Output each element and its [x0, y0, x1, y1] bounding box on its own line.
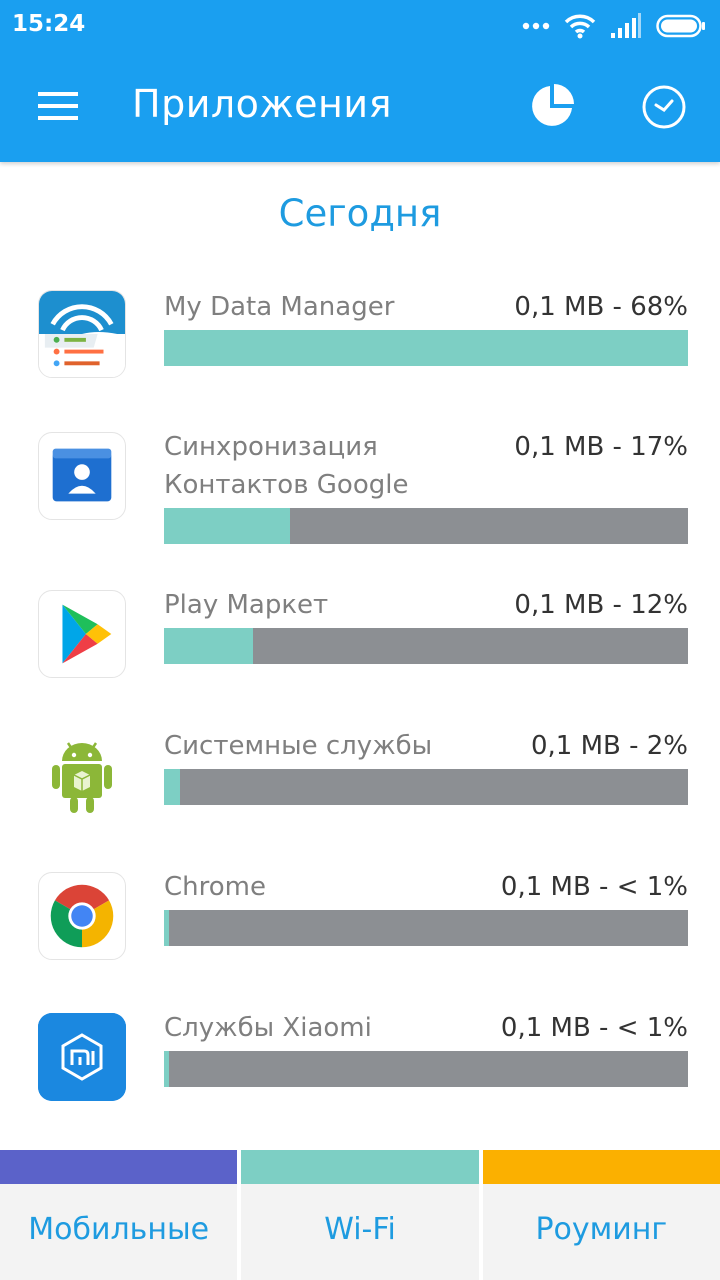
usage-bar [164, 508, 688, 544]
app-name: Службы Xiaomi [164, 1013, 372, 1043]
tab-accent [482, 1150, 720, 1184]
xiaomi-services-icon [38, 1013, 126, 1101]
pie-chart-icon[interactable] [528, 82, 576, 130]
app-row-chrome[interactable]: Chrome 0,1 MB - < 1% [0, 872, 720, 992]
app-usage: 0,1 MB - 17% [514, 432, 688, 462]
app-usage: 0,1 MB - 68% [514, 292, 688, 322]
chrome-icon [38, 872, 126, 960]
app-usage: 0,1 MB - 12% [514, 590, 688, 620]
tab-mobile[interactable]: Мобильные [0, 1150, 238, 1280]
app-row-play-market[interactable]: Play Маркет 0,1 MB - 12% [0, 590, 720, 710]
status-bar: 15:24 [0, 0, 720, 52]
signal-icon [611, 13, 641, 38]
status-time: 15:24 [12, 11, 86, 37]
app-row-system-services[interactable]: Системные службы 0,1 MB - 2% [0, 731, 720, 851]
app-row-xiaomi-services[interactable]: Службы Xiaomi 0,1 MB - < 1% [0, 1013, 720, 1133]
menu-icon[interactable] [36, 88, 80, 124]
usage-bar-fill [164, 1051, 170, 1087]
tab-label: Мобильные [28, 1212, 210, 1247]
tab-accent [0, 1150, 238, 1184]
usage-bar [164, 769, 688, 805]
network-tabs: Мобильные Wi-Fi Роуминг [0, 1150, 720, 1280]
app-name: Chrome [164, 872, 266, 902]
app-name: Play Маркет [164, 590, 329, 620]
app-name: My Data Manager [164, 292, 395, 322]
tab-wifi[interactable]: Wi-Fi [241, 1150, 479, 1280]
usage-bar-fill [164, 910, 170, 946]
usage-bar-fill [164, 769, 180, 805]
tab-label: Роуминг [535, 1212, 668, 1247]
tab-label: Wi-Fi [324, 1212, 396, 1247]
app-usage: 0,1 MB - < 1% [500, 1013, 688, 1043]
usage-bar [164, 910, 688, 946]
battery-icon [656, 14, 705, 38]
usage-bar-fill [164, 628, 254, 664]
status-icons [522, 8, 706, 44]
toolbar: Приложения [0, 52, 720, 162]
app-name: Системные службы [164, 731, 433, 761]
page-title: Приложения [132, 82, 392, 126]
app-usage: 0,1 MB - < 1% [500, 872, 688, 902]
my-data-manager-icon [38, 290, 126, 378]
google-contacts-sync-icon [38, 432, 126, 520]
app-row-my-data-manager[interactable]: My Data Manager 0,1 MB - 68% [0, 290, 720, 410]
app-usage: 0,1 MB - 2% [530, 731, 688, 761]
usage-bar [164, 1051, 688, 1087]
app-header: 15:24 Приложения [0, 0, 720, 162]
more-dots-icon [522, 22, 550, 30]
play-market-icon [38, 590, 126, 678]
clock-icon[interactable] [640, 83, 688, 131]
app-row-google-contacts-sync[interactable]: Синхронизация Контактов Google 0,1 MB - … [0, 432, 720, 552]
tab-roaming[interactable]: Роуминг [482, 1150, 720, 1280]
section-title: Сегодня [278, 192, 442, 235]
wifi-icon [564, 14, 596, 39]
usage-bar-fill [164, 330, 688, 366]
app-name: Синхронизация Контактов Google [164, 432, 409, 500]
tab-accent [241, 1150, 479, 1184]
usage-bar [164, 330, 688, 366]
usage-bar [164, 628, 688, 664]
android-system-icon [38, 731, 126, 819]
usage-bar-fill [164, 508, 290, 544]
